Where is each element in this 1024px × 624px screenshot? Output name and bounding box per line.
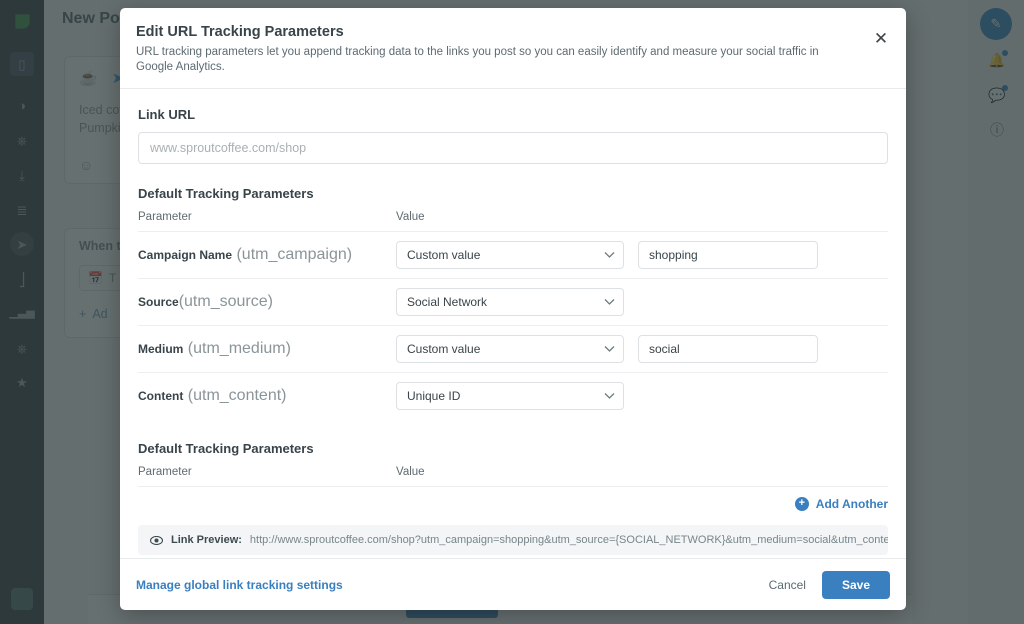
manage-global-settings-link[interactable]: Manage global link tracking settings <box>136 578 343 592</box>
table-row: Campaign Name (utm_campaign) Custom valu… <box>138 232 888 279</box>
modal-title: Edit URL Tracking Parameters <box>136 24 850 40</box>
param-key: (utm_medium) <box>183 340 291 357</box>
col-parameter: Parameter <box>138 466 396 487</box>
medium-select[interactable]: Custom value <box>396 335 624 363</box>
modal-body: Link URL Default Tracking Parameters Par… <box>120 89 906 558</box>
value-cell: Unique ID <box>396 373 888 420</box>
col-parameter: Parameter <box>138 211 396 232</box>
table-row: Content (utm_content) Unique ID <box>138 373 888 420</box>
col-value: Value <box>396 211 888 232</box>
param-key: (utm_content) <box>183 387 286 404</box>
source-select[interactable]: Social Network <box>396 288 624 316</box>
modal-footer: Manage global link tracking settings Can… <box>120 558 906 610</box>
table-row: Medium (utm_medium) Custom value <box>138 326 888 373</box>
param-name: Campaign Name <box>138 248 232 262</box>
link-preview-bar: Link Preview: http://www.sproutcoffee.co… <box>138 525 888 555</box>
param-cell: Medium (utm_medium) <box>138 326 396 373</box>
content-select[interactable]: Unique ID <box>396 382 624 410</box>
plus-circle-icon: + <box>795 497 809 511</box>
param-name: Medium <box>138 342 183 356</box>
link-url-input[interactable] <box>138 132 888 164</box>
edit-url-tracking-modal: Edit URL Tracking Parameters URL trackin… <box>120 8 906 610</box>
custom-params-table: Parameter Value <box>138 466 888 487</box>
campaign-name-value-input[interactable] <box>638 241 818 269</box>
default-params-title: Default Tracking Parameters <box>138 186 888 201</box>
cancel-button[interactable]: Cancel <box>769 578 806 592</box>
col-value: Value <box>396 466 888 487</box>
modal-subtitle: URL tracking parameters let you append t… <box>136 45 850 75</box>
add-another-label: Add Another <box>816 497 888 511</box>
save-button[interactable]: Save <box>822 571 890 599</box>
table-row: Source(utm_source) Social Network <box>138 279 888 326</box>
value-cell: Social Network <box>396 279 888 326</box>
link-preview-label: Link Preview: <box>171 534 242 546</box>
link-preview-url: http://www.sproutcoffee.com/shop?utm_cam… <box>250 534 888 546</box>
add-another-button[interactable]: + Add Another <box>138 497 888 511</box>
modal-header: Edit URL Tracking Parameters URL trackin… <box>120 8 906 89</box>
footer-actions: Cancel Save <box>769 571 890 599</box>
table-header-row: Parameter Value <box>138 466 888 487</box>
default-params-table: Parameter Value Campaign Name (utm_campa… <box>138 211 888 419</box>
value-cell: Custom value <box>396 326 888 373</box>
param-cell: Source(utm_source) <box>138 279 396 326</box>
param-key: (utm_source) <box>179 293 273 310</box>
param-name: Source <box>138 295 179 309</box>
close-icon[interactable]: ✕ <box>870 28 892 50</box>
param-name: Content <box>138 389 183 403</box>
param-cell: Campaign Name (utm_campaign) <box>138 232 396 279</box>
eye-icon <box>150 536 163 545</box>
param-key: (utm_campaign) <box>232 246 352 263</box>
value-cell: Custom value <box>396 232 888 279</box>
table-header-row: Parameter Value <box>138 211 888 232</box>
param-cell: Content (utm_content) <box>138 373 396 420</box>
custom-params-title: Default Tracking Parameters <box>138 441 888 456</box>
campaign-name-select[interactable]: Custom value <box>396 241 624 269</box>
medium-value-input[interactable] <box>638 335 818 363</box>
link-url-label: Link URL <box>138 107 888 122</box>
